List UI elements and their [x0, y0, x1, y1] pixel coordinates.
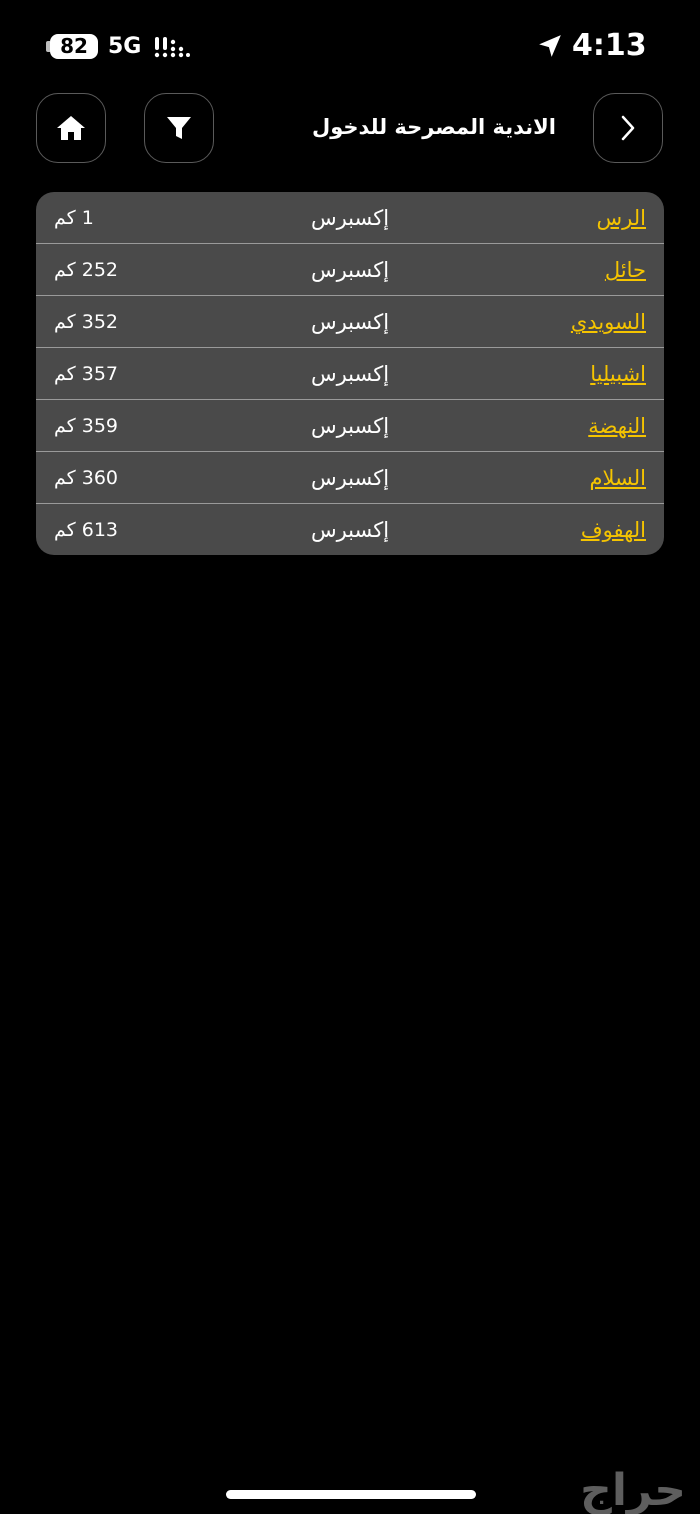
status-bar: 82 5G 4:13: [0, 0, 700, 92]
club-distance: 357 كم: [54, 363, 118, 385]
network-type: 5G: [108, 34, 142, 59]
location-arrow-icon: [539, 35, 561, 57]
screen: 82 5G 4:13 الاندية المصرحة للدخول الرس إ…: [0, 0, 700, 1514]
club-distance: 252 كم: [54, 259, 118, 281]
club-type: إكسبرس: [310, 414, 390, 438]
filter-icon: [167, 117, 191, 139]
club-row[interactable]: السلام إكسبرس 360 كم: [36, 452, 664, 504]
club-row[interactable]: حائل إكسبرس 252 كم: [36, 244, 664, 296]
club-type: إكسبرس: [310, 310, 390, 334]
clock: 4:13: [572, 28, 647, 63]
club-type: إكسبرس: [310, 518, 390, 542]
club-distance: 613 كم: [54, 519, 118, 541]
home-icon: [57, 116, 85, 140]
club-row[interactable]: الهفوف إكسبرس 613 كم: [36, 504, 664, 555]
club-row[interactable]: الرس إكسبرس 1 كم: [36, 192, 664, 244]
club-type: إكسبرس: [310, 206, 390, 230]
signal-icon: [154, 37, 190, 58]
page-title: الاندية المصرحة للدخول: [312, 115, 556, 139]
club-type: إكسبرس: [310, 466, 390, 490]
club-distance: 359 كم: [54, 415, 118, 437]
club-row[interactable]: النهضة إكسبرس 359 كم: [36, 400, 664, 452]
club-row[interactable]: السويدي إكسبرس 352 كم: [36, 296, 664, 348]
club-type: إكسبرس: [310, 258, 390, 282]
club-row[interactable]: اشبيليا إكسبرس 357 كم: [36, 348, 664, 400]
club-distance: 360 كم: [54, 467, 118, 489]
battery-indicator: 82: [50, 34, 98, 59]
clubs-list: الرس إكسبرس 1 كم حائل إكسبرس 252 كم السو…: [36, 192, 664, 555]
watermark-logo: حراج: [580, 1465, 686, 1514]
club-type: إكسبرس: [310, 362, 390, 386]
forward-button[interactable]: [593, 93, 663, 163]
club-distance: 352 كم: [54, 311, 118, 333]
home-button[interactable]: [36, 93, 106, 163]
home-indicator[interactable]: [226, 1490, 476, 1499]
club-distance: 1 كم: [54, 207, 94, 229]
chevron-right-icon: [621, 115, 635, 141]
filter-button[interactable]: [144, 93, 214, 163]
